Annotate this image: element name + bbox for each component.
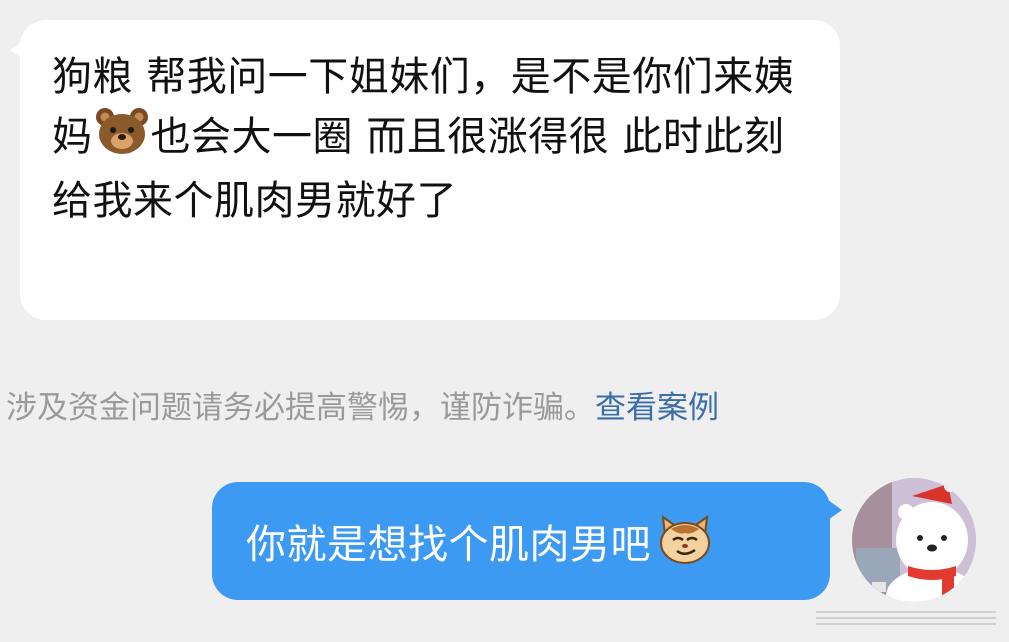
polar-bear-avatar[interactable] [852,478,976,602]
watermark [816,611,996,625]
bear-face-icon [93,106,151,172]
outgoing-message-bubble[interactable]: 你就是想找个肌肉男吧 [212,482,842,600]
incoming-message-bubble[interactable]: 狗粮 帮我问一下姐妹们，是不是你们来姨妈 也会大一圈 而且很涨得很 此时此刻给我… [10,20,840,320]
incoming-message-text: 狗粮 帮我问一下姐妹们，是不是你们来姨妈 也会大一圈 而且很涨得很 此时此刻给我… [52,48,810,230]
safety-notice-text: 涉及资金问题请务必提高警惕，谨防诈骗。 [6,390,595,426]
smirking-cat-face-icon [657,513,713,569]
chat-screen: 狗粮 帮我问一下姐妹们，是不是你们来姨妈 也会大一圈 而且很涨得很 此时此刻给我… [0,0,1009,642]
incoming-message-text-part2: 也会大一圈 而且很涨得很 此时此刻给我来个肌肉男就好了 [52,114,785,224]
outgoing-message-text: 你就是想找个肌肉男吧 [246,522,651,568]
view-cases-link[interactable]: 查看案例 [595,390,719,426]
safety-notice: 涉及资金问题请务必提高警惕，谨防诈骗。查看案例 [6,382,719,427]
